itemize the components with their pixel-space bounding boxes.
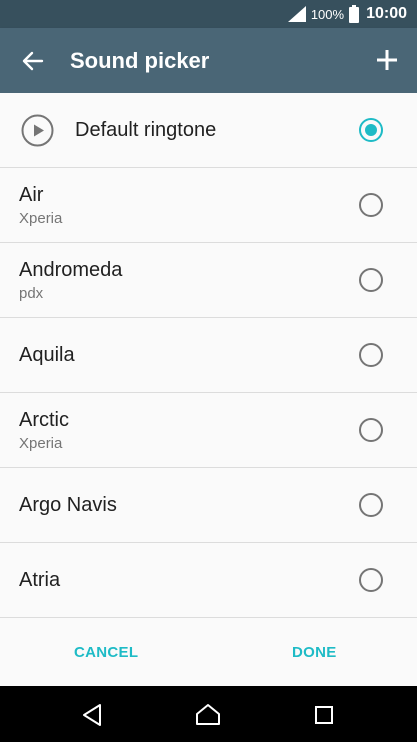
list-item-andromeda[interactable]: Andromeda pdx <box>0 243 417 318</box>
back-button[interactable] <box>18 46 48 76</box>
radio-button[interactable] <box>359 193 383 217</box>
radio-button[interactable] <box>359 343 383 367</box>
radio-button[interactable] <box>359 493 383 517</box>
list-item-default-ringtone[interactable]: Default ringtone <box>0 93 417 168</box>
play-icon[interactable] <box>21 114 54 147</box>
cancel-button[interactable]: CANCEL <box>74 644 138 661</box>
page-title: Sound picker <box>70 48 210 73</box>
list-item-subtitle: pdx <box>19 284 44 302</box>
navigation-bar <box>0 686 417 742</box>
radio-button[interactable] <box>359 268 383 292</box>
battery-icon <box>349 5 360 23</box>
list-item-title: Atria <box>19 568 61 591</box>
status-bar: 100% 10:00 <box>0 0 417 28</box>
radio-button[interactable] <box>359 418 383 442</box>
list-item-title: Default ringtone <box>75 118 217 141</box>
status-time: 10:00 <box>366 5 407 22</box>
list-item-argo-navis[interactable]: Argo Navis <box>0 468 417 543</box>
list-item-atria[interactable]: Atria <box>0 543 417 618</box>
dialog-actions: CANCEL DONE <box>0 622 417 686</box>
status-icons: 100% 10:00 <box>287 0 407 28</box>
list-item-title: Andromeda <box>19 258 123 281</box>
list-item-arctic[interactable]: Arctic Xperia <box>0 393 417 468</box>
done-button[interactable]: DONE <box>292 644 337 661</box>
radio-button[interactable] <box>359 568 383 592</box>
home-icon[interactable] <box>195 702 221 728</box>
list-item-aquila[interactable]: Aquila <box>0 318 417 393</box>
list-item-air[interactable]: Air Xperia <box>0 168 417 243</box>
list-item-title: Aquila <box>19 343 75 366</box>
sound-list: Default ringtone Air Xperia Andromeda pd… <box>0 93 417 618</box>
list-item-title: Arctic <box>19 408 69 431</box>
radio-button-selected[interactable] <box>359 118 383 142</box>
app-bar: Sound picker <box>0 28 417 93</box>
battery-percent: 100% <box>310 6 345 22</box>
back-triangle-icon[interactable] <box>80 702 106 728</box>
list-item-subtitle: Xperia <box>19 209 63 227</box>
plus-icon <box>377 50 397 70</box>
signal-icon <box>287 6 306 22</box>
list-item-title: Air <box>19 183 44 206</box>
add-sound-button[interactable] <box>371 44 403 76</box>
arrow-left-icon <box>22 51 44 71</box>
recents-icon[interactable] <box>311 702 337 728</box>
list-item-subtitle: Xperia <box>19 434 63 452</box>
list-item-title: Argo Navis <box>19 493 117 516</box>
